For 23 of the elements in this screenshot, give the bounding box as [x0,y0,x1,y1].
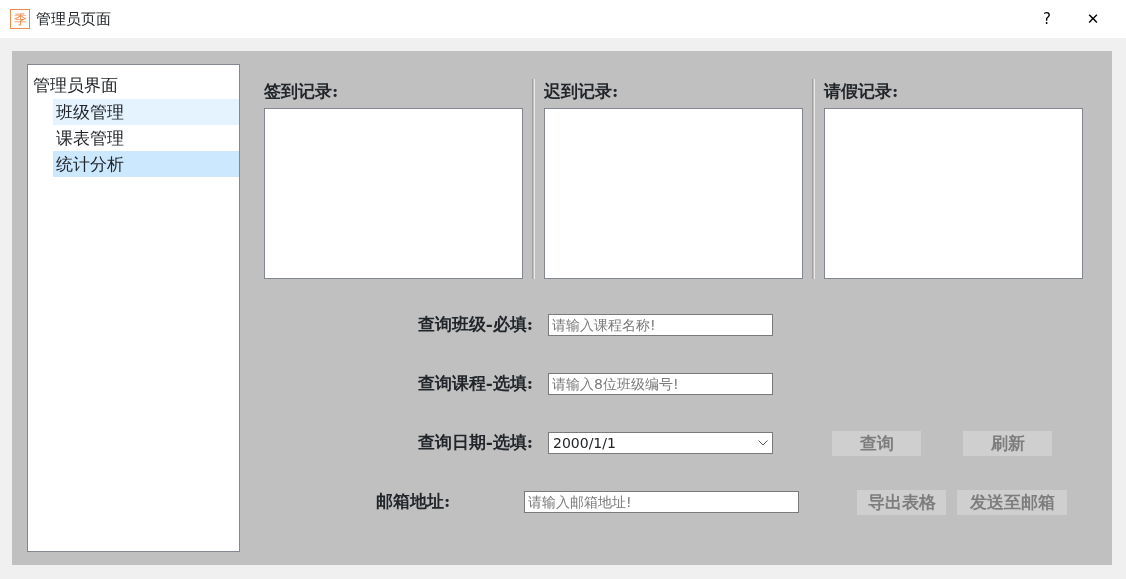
text-field[interactable]: 请输入课程名称! [548,314,773,336]
record-label: 迟到记录: [544,80,620,103]
tree-item[interactable]: 班级管理 [53,99,239,125]
app-icon: 季 [10,9,30,29]
record-label: 签到记录: [264,80,340,103]
field-label: 查询课程-选填: [416,372,534,396]
email-field[interactable]: 请输入邮箱地址! [524,491,799,513]
record-list[interactable] [824,108,1083,279]
field-label: 邮箱地址: [375,490,452,514]
record-list[interactable] [264,108,523,279]
text-field[interactable]: 请输入8位班级编号! [548,373,773,395]
window-title: 管理员页面 [36,8,111,30]
date-picker[interactable]: 2000/1/1 [548,432,773,454]
tree-item[interactable]: 统计分析 [53,151,239,177]
tree-item[interactable]: 课表管理 [53,125,239,151]
help-button[interactable]: ? [1024,0,1070,38]
tree-item[interactable]: 管理员界面 [28,71,118,99]
record-label: 请假记录: [824,80,900,103]
field-label: 查询日期-选填: [416,431,534,455]
record-list[interactable] [544,108,803,279]
close-button[interactable]: ✕ [1070,0,1116,38]
chevron-down-icon [758,440,768,446]
field-label: 查询班级-必填: [416,313,534,337]
